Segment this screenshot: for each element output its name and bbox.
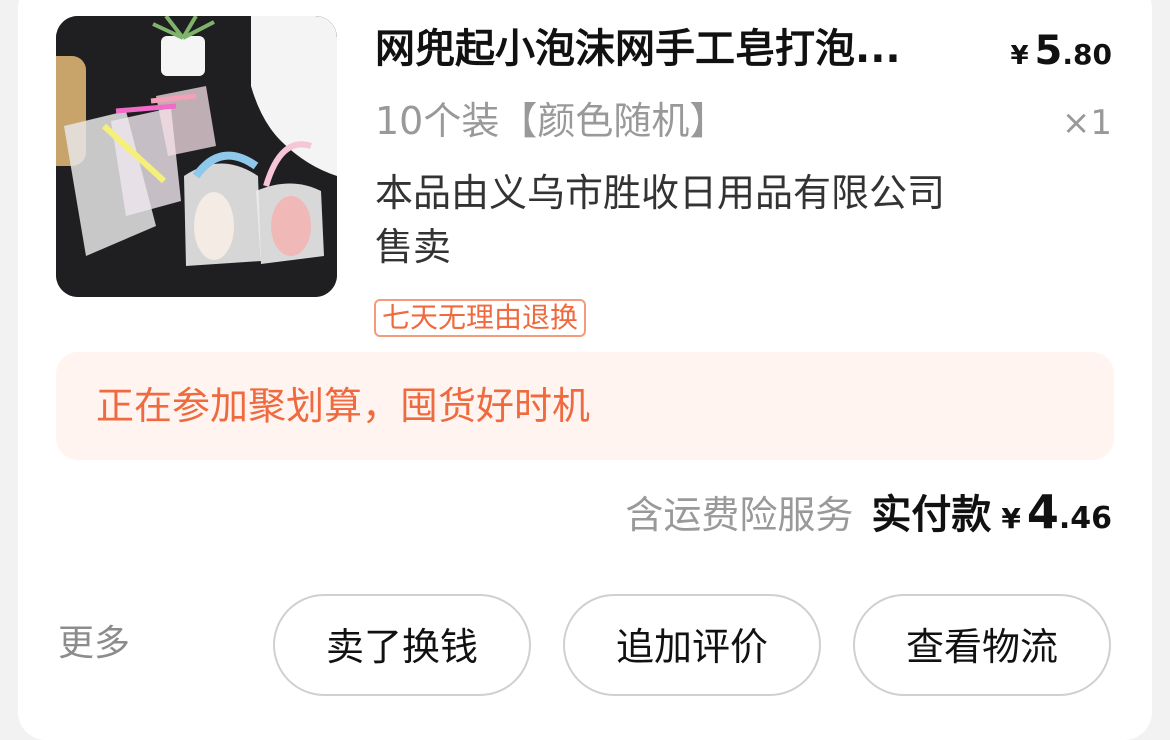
paid-label: 实付款	[871, 492, 992, 538]
view-logistics-button[interactable]: 查看物流	[853, 594, 1111, 696]
shipping-insurance-note: 含运费险服务	[625, 493, 854, 537]
seller-note: 本品由义乌市胜收日用品有限公司售卖	[375, 171, 946, 269]
paid-currency-symbol: ¥	[1001, 502, 1021, 535]
currency-symbol: ¥	[1010, 41, 1029, 71]
paid-amount-integer: 4	[1026, 485, 1059, 539]
add-review-button[interactable]: 追加评价	[563, 594, 821, 696]
product-quantity: ×1	[1061, 103, 1112, 143]
product-variant: 10个装【颜色随机】	[375, 99, 728, 143]
promo-text: 正在参加聚划算，囤货好时机	[96, 384, 591, 428]
return-policy-badge: 七天无理由退换	[374, 299, 587, 337]
price-decimal: .80	[1062, 38, 1112, 71]
payment-summary: 含运费险服务 实付款 ¥4.46	[625, 484, 1112, 551]
more-button[interactable]: 更多	[58, 616, 130, 672]
paid-amount-decimal: .46	[1058, 501, 1112, 536]
product-image-icon	[56, 16, 337, 297]
price-integer: 5	[1034, 28, 1063, 74]
sell-button[interactable]: 卖了换钱	[273, 594, 531, 696]
product-title[interactable]: 网兜起小泡沫网手工皂打泡...	[375, 22, 975, 76]
product-price: ¥5.80	[1010, 24, 1112, 86]
promo-banner[interactable]: 正在参加聚划算，囤货好时机	[56, 352, 1114, 460]
product-thumbnail[interactable]	[56, 16, 337, 297]
